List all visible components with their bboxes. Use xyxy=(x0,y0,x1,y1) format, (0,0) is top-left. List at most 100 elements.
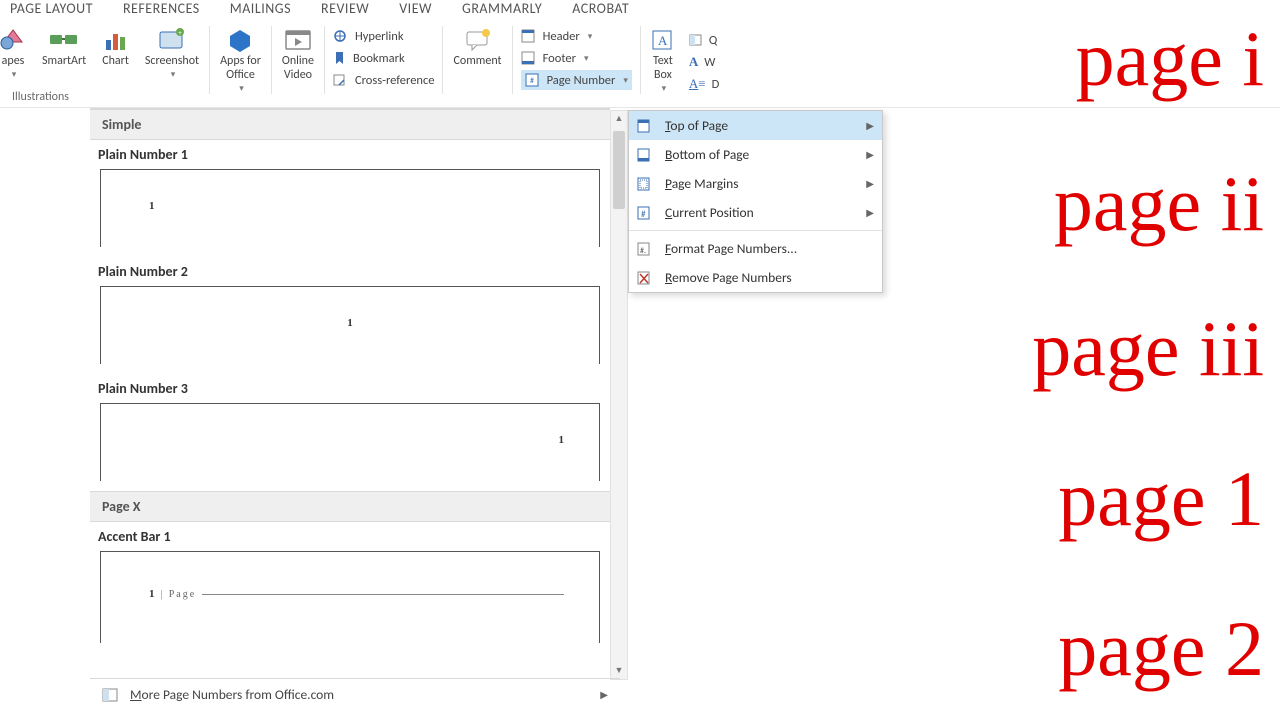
text-box-icon: A xyxy=(651,26,675,54)
svg-text:#: # xyxy=(641,209,646,220)
bookmark-button[interactable]: Bookmark xyxy=(333,48,435,68)
scroll-thumb[interactable] xyxy=(613,131,625,209)
menu-page-margins[interactable]: Page Margins ▶ xyxy=(629,169,882,198)
group-text: A Text Box ▾ Q A W A≡ D xyxy=(641,26,727,94)
hyperlink-icon xyxy=(333,29,349,43)
group-links: Hyperlink Bookmark Cross-reference xyxy=(325,26,444,94)
chart-label: Chart xyxy=(102,54,129,68)
tab-mailings[interactable]: MAILINGS xyxy=(230,0,291,17)
menu-bottom-of-page[interactable]: Bottom of Page ▶ xyxy=(629,140,882,169)
preview-number: 1 xyxy=(149,588,155,600)
page-number-menu: Top of Page ▶ Bottom of Page ▶ Page Marg… xyxy=(628,110,883,293)
links-stack: Hyperlink Bookmark Cross-reference xyxy=(327,26,441,90)
svg-text:A: A xyxy=(658,33,668,48)
menu-separator xyxy=(629,230,882,231)
preview-number: 1 xyxy=(149,200,155,212)
footer-button[interactable]: Footer ▾ xyxy=(521,48,632,68)
bookmark-label: Bookmark xyxy=(353,51,405,66)
group-headerfooter: Header ▾ Footer ▾ # Page Number ▾ xyxy=(513,26,641,94)
svg-text:#: # xyxy=(530,76,534,86)
submenu-arrow-icon: ▶ xyxy=(866,206,874,219)
gallery-item-title: Plain Number 2 xyxy=(90,257,610,286)
group-apps: Apps for Office ▾ xyxy=(210,26,272,94)
gallery-item-plain-number-3[interactable]: 1 xyxy=(100,403,600,481)
screenshot-icon: + xyxy=(158,26,186,54)
wordart-button[interactable]: A W xyxy=(689,52,719,72)
chevron-down-icon: ▾ xyxy=(588,31,593,42)
menu-format-page-numbers[interactable]: #. Format Page Numbers... xyxy=(629,234,882,263)
annotation-page-i: page i xyxy=(1076,20,1264,98)
smartart-button[interactable]: SmartArt xyxy=(34,26,94,68)
tab-page-layout[interactable]: PAGE LAYOUT xyxy=(10,0,93,17)
gallery-item-plain-number-1[interactable]: 1 xyxy=(100,169,600,247)
online-video-button[interactable]: Online Video xyxy=(274,26,322,82)
scroll-up-icon[interactable]: ▲ xyxy=(611,111,627,127)
apps-icon xyxy=(228,26,252,54)
footer-label: Footer xyxy=(543,51,576,66)
annotation-page-1: page 1 xyxy=(1058,460,1264,538)
gallery-item-plain-number-2[interactable]: 1 xyxy=(100,286,600,364)
office-icon xyxy=(102,687,120,703)
preview-text: Page xyxy=(169,589,196,600)
drop-cap-button[interactable]: A≡ D xyxy=(689,74,719,94)
header-icon xyxy=(521,29,537,43)
gallery-section-page-x: Page X xyxy=(90,491,610,522)
svg-text:+: + xyxy=(178,28,182,37)
page-top-icon xyxy=(637,119,655,133)
gallery-item-accent-bar-1[interactable]: 1 | Page xyxy=(100,551,600,643)
chevron-down-icon: ▾ xyxy=(584,53,589,64)
screenshot-label: Screenshot xyxy=(145,54,199,68)
tab-acrobat[interactable]: ACROBAT xyxy=(572,0,629,17)
chevron-down-icon: ▾ xyxy=(662,82,667,96)
chart-icon xyxy=(104,26,128,54)
wordart-icon: A xyxy=(689,54,698,70)
menu-current-position[interactable]: # Current Position ▶ xyxy=(629,198,882,227)
menu-remove-page-numbers[interactable]: Remove Page Numbers xyxy=(629,263,882,292)
tab-review[interactable]: REVIEW xyxy=(321,0,369,17)
tab-references[interactable]: REFERENCES xyxy=(123,0,200,17)
group-media: Online Video xyxy=(272,26,325,94)
hyperlink-button[interactable]: Hyperlink xyxy=(333,26,435,46)
apps-for-office-button[interactable]: Apps for Office ▾ xyxy=(212,26,269,96)
drop-cap-icon: A≡ xyxy=(689,76,706,92)
gallery-section-simple: Simple xyxy=(90,109,610,140)
apps-label: Apps for Office xyxy=(220,54,261,82)
tab-view[interactable]: VIEW xyxy=(399,0,432,17)
submenu-arrow-icon: ▶ xyxy=(600,688,608,701)
page-margins-icon xyxy=(637,177,655,191)
text-box-button[interactable]: A Text Box ▾ xyxy=(643,26,683,96)
scroll-down-icon[interactable]: ▼ xyxy=(611,663,627,679)
smartart-label: SmartArt xyxy=(42,54,86,68)
chevron-down-icon: ▾ xyxy=(12,68,17,82)
page-current-icon: # xyxy=(637,206,655,220)
screenshot-button[interactable]: + Screenshot ▾ xyxy=(137,26,207,82)
tab-grammarly[interactable]: GRAMMARLY xyxy=(462,0,542,17)
page-number-label: Page Number xyxy=(547,73,616,88)
header-label: Header xyxy=(543,29,580,44)
comment-button[interactable]: Comment xyxy=(445,26,509,68)
shapes-button[interactable]: apes ▾ xyxy=(0,26,34,82)
submenu-arrow-icon: ▶ xyxy=(866,119,874,132)
crossref-label: Cross-reference xyxy=(355,73,435,88)
smartart-icon xyxy=(49,26,79,54)
crossref-button[interactable]: Cross-reference xyxy=(333,70,435,90)
group-illustrations: apes ▾ SmartArt Chart + Screenshot xyxy=(0,26,210,94)
chevron-down-icon: ▾ xyxy=(171,68,176,82)
hyperlink-label: Hyperlink xyxy=(355,29,404,44)
chart-button[interactable]: Chart xyxy=(94,26,137,68)
more-page-numbers-link[interactable]: More Page Numbers from Office.com ▶ xyxy=(90,678,620,710)
preview-number: 1 xyxy=(347,317,353,329)
submenu-arrow-icon: ▶ xyxy=(866,148,874,161)
gallery-scrollbar[interactable]: ▲ ▼ xyxy=(610,110,628,680)
submenu-arrow-icon: ▶ xyxy=(866,177,874,190)
comment-label: Comment xyxy=(453,54,501,68)
video-icon xyxy=(284,26,312,54)
annotation-page-2: page 2 xyxy=(1058,610,1264,688)
chevron-down-icon: ▾ xyxy=(623,75,628,86)
page-number-button[interactable]: # Page Number ▾ xyxy=(521,70,632,90)
quick-parts-button[interactable]: Q xyxy=(689,30,719,50)
format-numbers-icon: #. xyxy=(637,242,655,256)
gallery-item-title: Plain Number 3 xyxy=(90,374,610,403)
header-button[interactable]: Header ▾ xyxy=(521,26,632,46)
menu-top-of-page[interactable]: Top of Page ▶ xyxy=(629,111,882,140)
